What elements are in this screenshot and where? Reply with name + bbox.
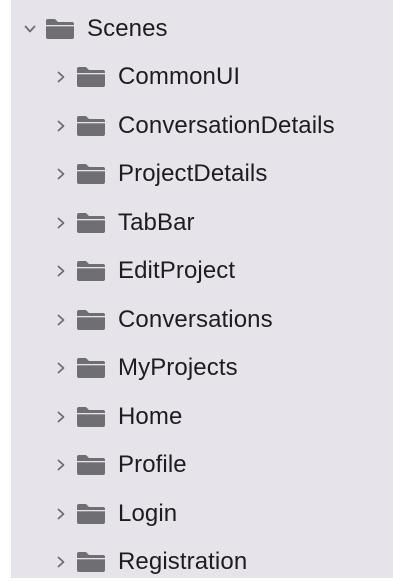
tree-row-project-details[interactable]: ProjectDetails (54, 154, 267, 194)
tree-row-label: Home (118, 402, 183, 430)
chevron-right-icon[interactable] (54, 119, 68, 133)
chevron-right-icon[interactable] (54, 458, 68, 472)
tree-row-tab-bar[interactable]: TabBar (54, 203, 195, 243)
folder-icon (45, 18, 75, 40)
chevron-down-icon[interactable] (23, 22, 37, 36)
tree-row-label: CommonUI (118, 63, 241, 90)
tree-row-label: Conversations (118, 305, 273, 333)
tree-row-my-projects[interactable]: MyProjects (54, 348, 238, 388)
tree-row-label: ProjectDetails (118, 160, 268, 187)
chevron-right-icon[interactable] (54, 313, 68, 327)
tree-row-label: MyProjects (118, 354, 238, 381)
folder-icon (76, 309, 106, 331)
tree-row-conversations[interactable]: Conversations (54, 300, 273, 340)
tree-row-edit-project[interactable]: EditProject (54, 251, 235, 291)
tree-row-registration[interactable]: Registration (54, 542, 247, 582)
folder-icon (76, 406, 106, 428)
tree-row-home[interactable]: Home (54, 397, 182, 437)
folder-icon (76, 454, 106, 476)
folder-icon (76, 66, 106, 88)
folder-icon (76, 357, 106, 379)
folder-icon (76, 503, 106, 525)
tree-row-label: Registration (118, 548, 248, 575)
tree-row-common-ui[interactable]: CommonUI (54, 57, 240, 97)
folder-icon (76, 163, 106, 185)
folder-icon (76, 551, 106, 573)
chevron-right-icon[interactable] (54, 167, 68, 181)
chevron-right-icon[interactable] (54, 410, 68, 424)
tree-row-label: Scenes (87, 15, 168, 42)
tree-row-label: TabBar (118, 208, 195, 236)
chevron-right-icon[interactable] (54, 70, 68, 84)
folder-icon (76, 260, 106, 282)
project-navigator-panel: Scenes CommonUI ConversationDetails Projec… (11, 0, 393, 578)
tree-row-login[interactable]: Login (54, 494, 177, 534)
tree-row-label: Profile (118, 451, 187, 478)
chevron-right-icon[interactable] (54, 216, 68, 230)
tree-row-label: ConversationDetails (118, 111, 335, 139)
tree-row-scenes[interactable]: Scenes (23, 9, 168, 49)
tree-row-profile[interactable]: Profile (54, 445, 187, 485)
chevron-right-icon[interactable] (54, 264, 68, 278)
chevron-right-icon[interactable] (54, 507, 68, 521)
tree-row-conversation-details[interactable]: ConversationDetails (54, 106, 335, 146)
folder-icon (76, 115, 106, 137)
folder-icon (76, 212, 106, 234)
tree-row-label: Login (118, 499, 178, 527)
chevron-right-icon[interactable] (54, 555, 68, 569)
tree-row-label: EditProject (118, 257, 236, 284)
chevron-right-icon[interactable] (54, 361, 68, 375)
